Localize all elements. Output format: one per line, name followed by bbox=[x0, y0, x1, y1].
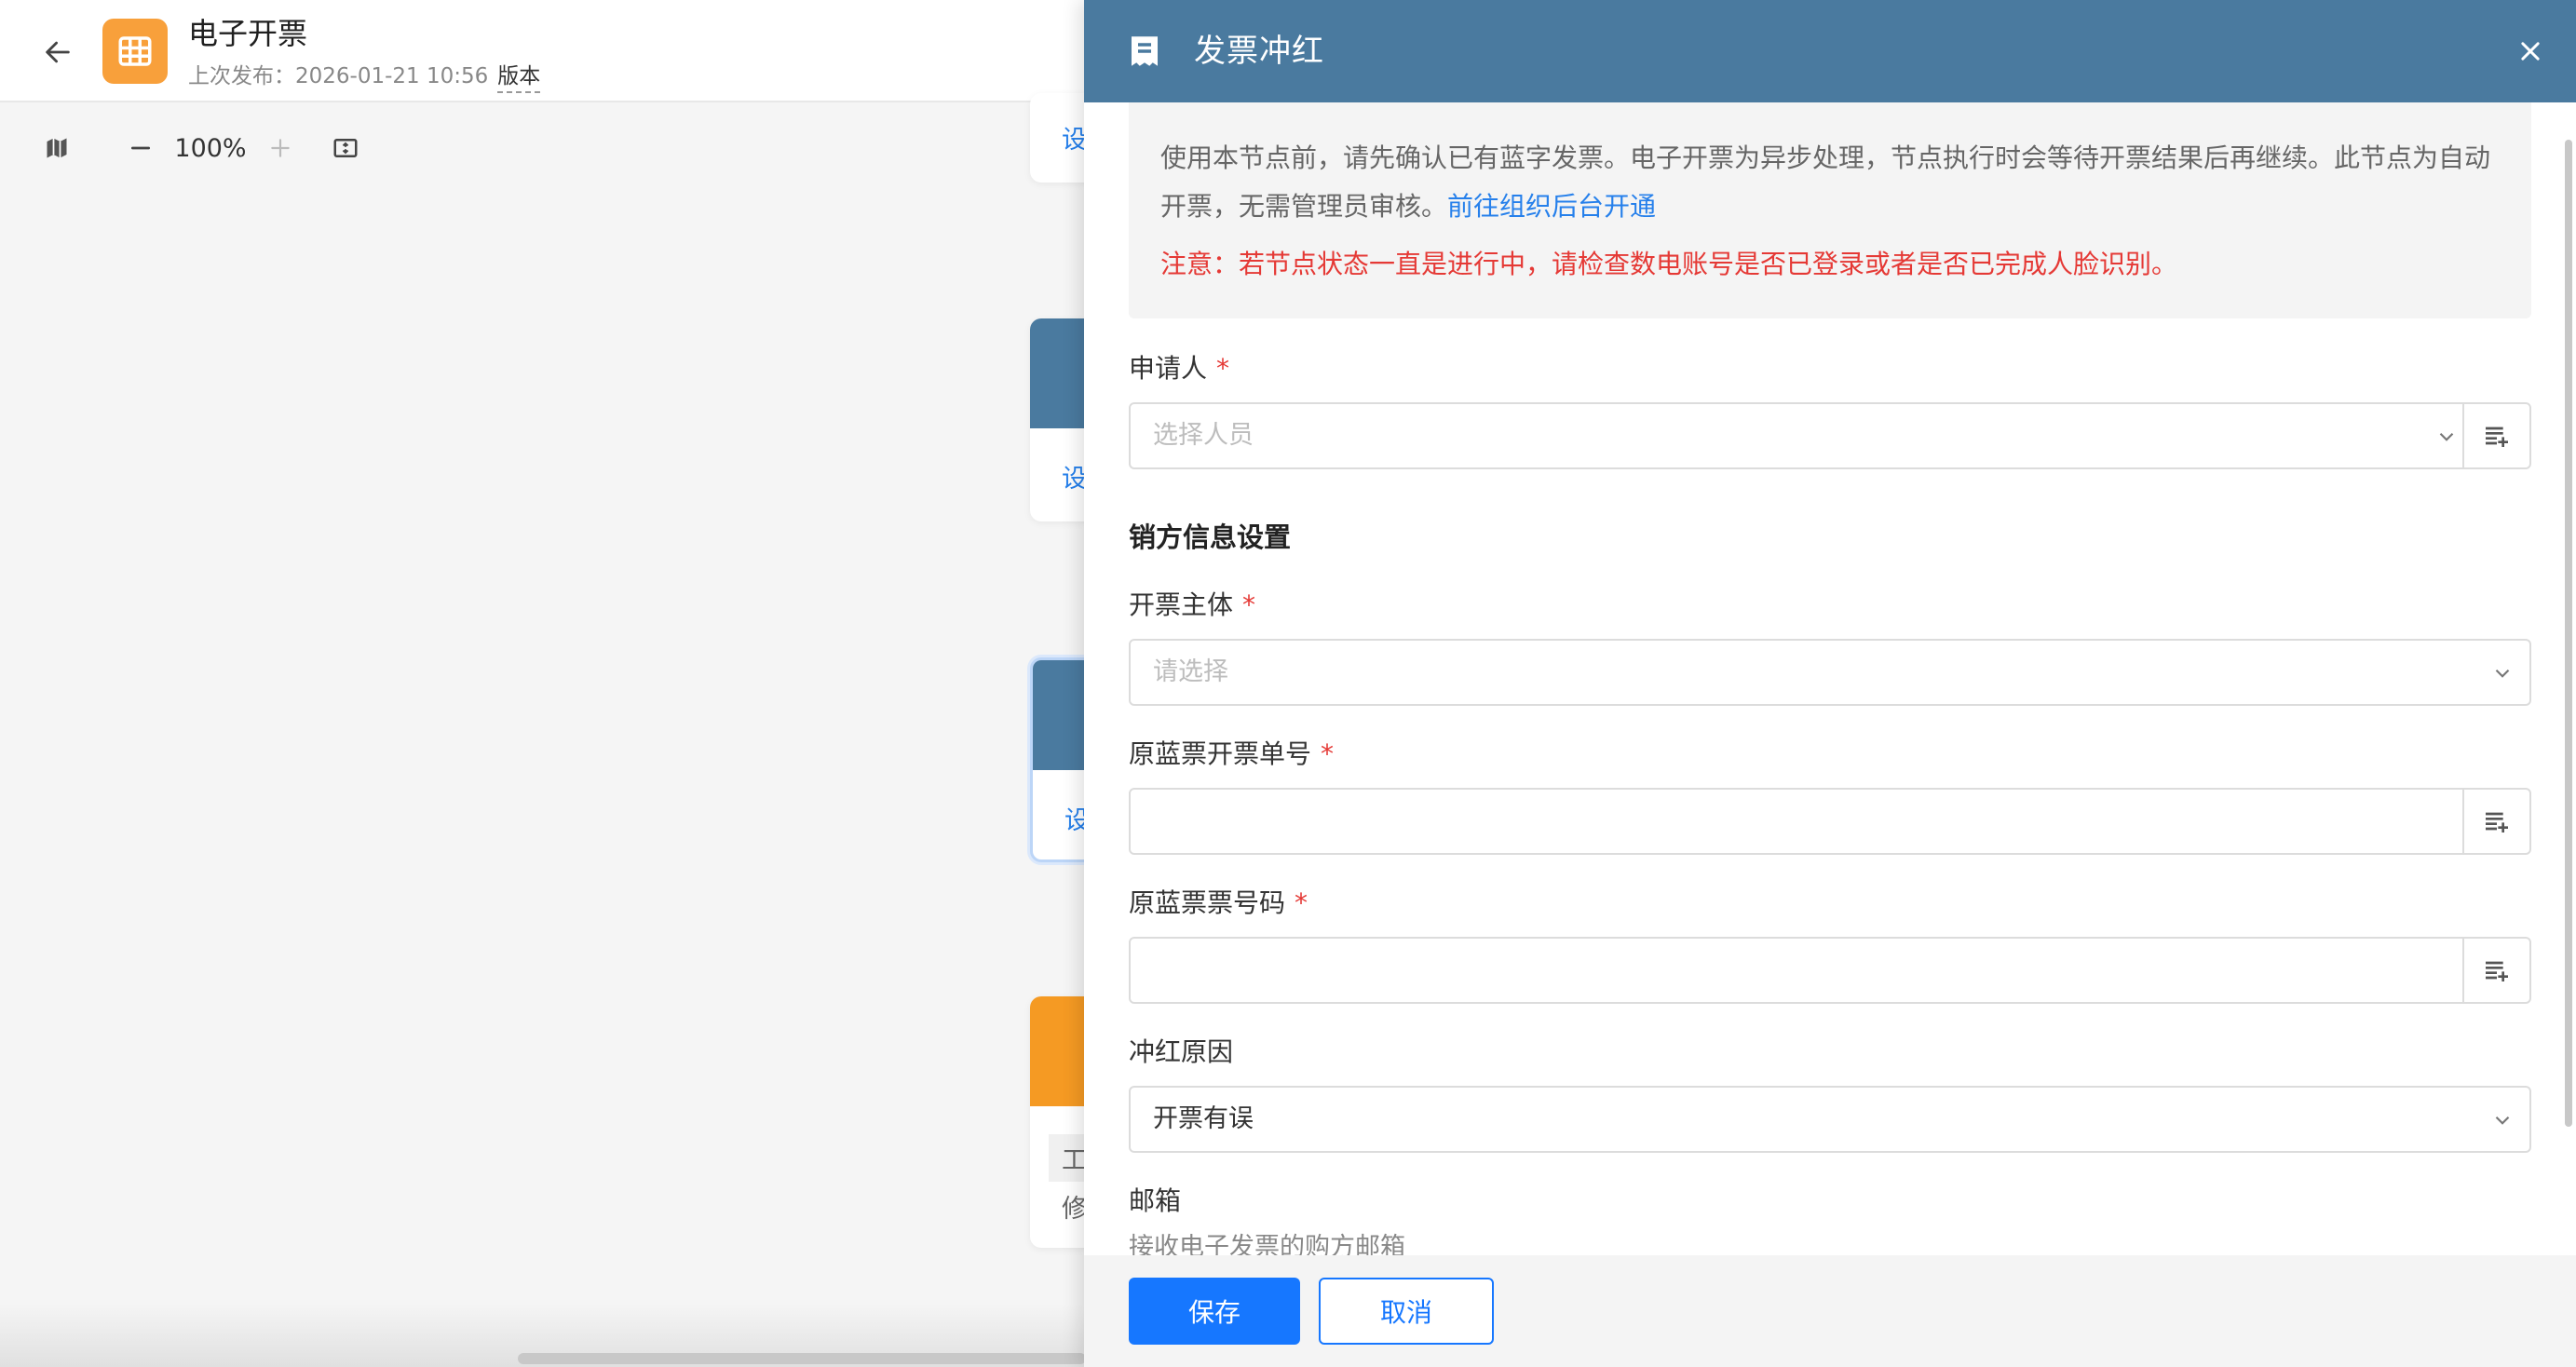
orig-order-no-input[interactable] bbox=[1129, 788, 2531, 855]
required-mark: * bbox=[1216, 353, 1230, 384]
node-settings-link[interactable]: 设 bbox=[1062, 458, 1087, 494]
orig-invoice-no-label-text: 原蓝票票号码 bbox=[1129, 887, 1286, 918]
reason-label: 冲红原因 bbox=[1129, 1036, 1234, 1067]
issuer-select[interactable]: 请选择 bbox=[1129, 639, 2531, 706]
minus-icon bbox=[130, 146, 151, 150]
chevron-down-icon bbox=[2495, 1116, 2510, 1125]
orig-invoice-no-label: 原蓝票票号码 * bbox=[1129, 885, 1308, 922]
reason-value: 开票有误 bbox=[1153, 1104, 1254, 1133]
fit-screen-button[interactable] bbox=[322, 125, 369, 171]
publish-info: 上次发布：2026-01-21 10:56 版本 bbox=[188, 61, 541, 93]
reason-select[interactable]: 开票有误 bbox=[1129, 1086, 2531, 1153]
applicant-label: 申请人 * bbox=[1129, 350, 1229, 387]
issuer-placeholder: 请选择 bbox=[1153, 657, 1228, 686]
arrow-left-icon bbox=[46, 41, 70, 63]
orig-invoice-no-variable-button[interactable] bbox=[2462, 939, 2529, 1002]
applicant-variable-button[interactable] bbox=[2462, 404, 2529, 467]
required-mark: * bbox=[1242, 589, 1256, 620]
receipt-icon bbox=[1132, 36, 1158, 66]
notice-body: 使用本节点前，请先确认已有蓝字发票。电子开票为异步处理，节点执行时会等待开票结果… bbox=[1160, 142, 2491, 222]
orig-order-no-label-text: 原蓝票开票单号 bbox=[1129, 738, 1312, 769]
app-title: 电子开票 bbox=[188, 16, 308, 51]
table-icon bbox=[118, 36, 152, 66]
insert-variable-icon bbox=[2486, 812, 2508, 832]
notice-warning: 注意：若节点状态一直是进行中，请检查数电账号是否已登录或者是否已完成人脸识别。 bbox=[1160, 249, 2178, 279]
drawer-scrollbar[interactable] bbox=[2565, 140, 2572, 1127]
orig-invoice-no-input[interactable] bbox=[1129, 937, 2531, 1004]
org-admin-link[interactable]: 前往组织后台开通 bbox=[1447, 191, 1656, 222]
cancel-button[interactable]: 取消 bbox=[1319, 1278, 1494, 1345]
app-icon bbox=[102, 19, 168, 84]
seller-section-title: 销方信息设置 bbox=[1129, 521, 1292, 553]
save-button[interactable]: 保存 bbox=[1129, 1278, 1300, 1345]
email-label: 邮箱 bbox=[1129, 1185, 1182, 1216]
applicant-select[interactable]: 选择人员 bbox=[1129, 402, 2531, 469]
back-button[interactable] bbox=[35, 30, 80, 74]
canvas-toolbar: 100% bbox=[34, 125, 369, 171]
applicant-placeholder: 选择人员 bbox=[1153, 421, 1254, 450]
invoice-red-drawer: 发票冲红 使用本节点前，请先确认已有蓝字发票。电子开票为异步处理，节点执行时会等… bbox=[1084, 0, 2576, 1367]
minimap-button[interactable] bbox=[34, 125, 80, 171]
issuer-label-text: 开票主体 bbox=[1129, 589, 1234, 620]
applicant-label-text: 申请人 bbox=[1129, 353, 1208, 384]
drawer-footer: 保存 取消 bbox=[1084, 1255, 2576, 1367]
insert-variable-icon bbox=[2486, 961, 2508, 981]
insert-variable-icon bbox=[2486, 426, 2508, 447]
close-icon bbox=[2521, 42, 2540, 61]
chevron-down-icon bbox=[2495, 669, 2510, 678]
node-settings-link[interactable]: 设 bbox=[1062, 119, 1087, 156]
last-publish-text: 上次发布：2026-01-21 10:56 bbox=[188, 64, 489, 88]
chevron-down-icon bbox=[2439, 432, 2454, 441]
map-icon bbox=[47, 138, 67, 158]
drawer-header: 发票冲红 bbox=[1084, 0, 2576, 102]
plus-icon bbox=[271, 139, 290, 157]
zoom-out-button[interactable] bbox=[117, 125, 164, 171]
notice-text: 使用本节点前，请先确认已有蓝字发票。电子开票为异步处理，节点执行时会等待开票结果… bbox=[1160, 134, 2501, 231]
version-link[interactable]: 版本 bbox=[497, 61, 541, 93]
issuer-label: 开票主体 * bbox=[1129, 587, 1255, 624]
zoom-in-button[interactable] bbox=[257, 125, 304, 171]
fit-screen-icon bbox=[333, 139, 358, 157]
required-mark: * bbox=[1295, 887, 1308, 918]
close-button[interactable] bbox=[2509, 30, 2552, 73]
zoom-level: 100% bbox=[174, 133, 247, 163]
orig-order-no-variable-button[interactable] bbox=[2462, 790, 2529, 853]
required-mark: * bbox=[1321, 738, 1335, 769]
node-field-text: 修 bbox=[1062, 1195, 1087, 1224]
orig-order-no-label: 原蓝票开票单号 * bbox=[1129, 736, 1334, 773]
horizontal-scrollbar[interactable] bbox=[518, 1353, 1086, 1364]
drawer-title: 发票冲红 bbox=[1194, 33, 1324, 70]
notice-box: 使用本节点前，请先确认已有蓝字发票。电子开票为异步处理，节点执行时会等待开票结果… bbox=[1129, 102, 2531, 318]
